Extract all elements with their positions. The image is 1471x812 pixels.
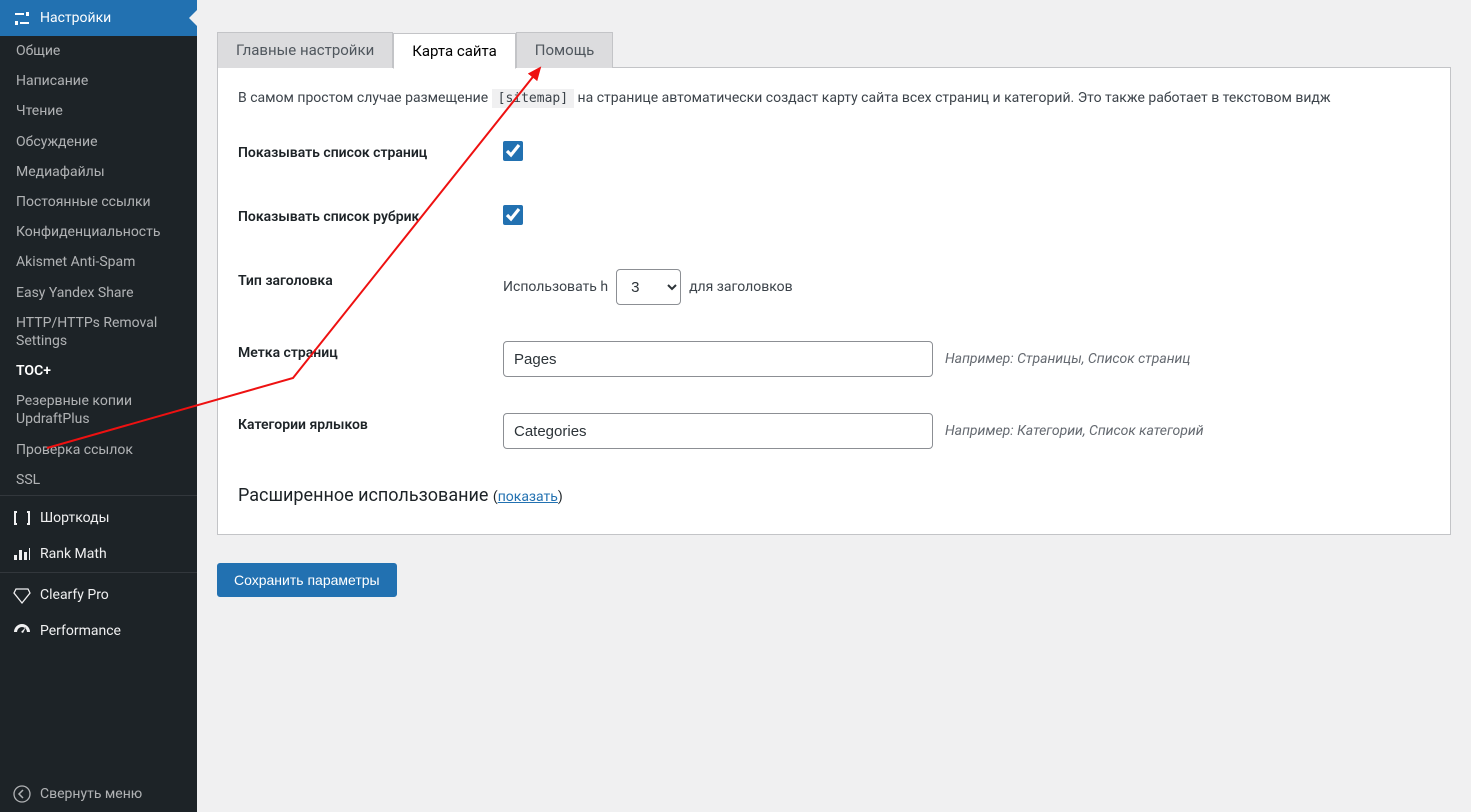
sidebar-item-rankmath[interactable]: Rank Math: [0, 536, 197, 572]
input-pages-label[interactable]: [503, 341, 933, 377]
sidebar-sub-writing[interactable]: Написание: [0, 66, 197, 96]
brackets-icon: [12, 508, 32, 528]
sidebar-sub-akismet[interactable]: Akismet Anti-Spam: [0, 247, 197, 277]
sidebar-sub-easy-yandex[interactable]: Easy Yandex Share: [0, 278, 197, 308]
sidebar-item-label: Настройки: [40, 10, 111, 26]
label-show-cats: Показывать список рубрик: [238, 205, 503, 225]
hint-pages-label: Например: Страницы, Список страниц: [945, 351, 1190, 367]
main-content: Главные настройки Карта сайта Помощь В с…: [197, 0, 1471, 812]
label-cats-label: Категории ярлыков: [238, 413, 503, 433]
admin-sidebar: Настройки Общие Написание Чтение Обсужде…: [0, 0, 197, 812]
sidebar-item-performance[interactable]: Performance: [0, 613, 197, 649]
diamond-icon: [12, 585, 32, 605]
sidebar-sub-ssl[interactable]: SSL: [0, 465, 197, 495]
sidebar-sub-privacy[interactable]: Конфиденциальность: [0, 217, 197, 247]
sidebar-item-clearfy[interactable]: Clearfy Pro: [0, 577, 197, 613]
label-heading-type: Тип заголовка: [238, 269, 503, 289]
heading-after-text: для заголовков: [689, 279, 793, 295]
row-show-cats: Показывать список рубрик: [238, 205, 1430, 225]
sidebar-item-settings[interactable]: Настройки: [0, 0, 197, 36]
save-button[interactable]: Сохранить параметры: [217, 563, 397, 597]
hint-cats-label: Например: Категории, Список категорий: [945, 423, 1204, 439]
row-show-pages: Показывать список страниц: [238, 141, 1430, 161]
advanced-usage-heading: Расширенное использование (показать): [238, 485, 1430, 506]
sliders-icon: [12, 8, 32, 28]
row-cats-label: Категории ярлыков Например: Категории, С…: [238, 413, 1430, 449]
intro-text: В самом простом случае размещение [sitem…: [238, 88, 1430, 109]
sidebar-sub-http-removal[interactable]: HTTP/HTTPs Removal Settings: [0, 308, 197, 356]
settings-tabs: Главные настройки Карта сайта Помощь: [217, 32, 1451, 68]
advanced-show-link[interactable]: показать: [498, 489, 558, 505]
gauge-icon: [12, 621, 32, 641]
label-show-pages: Показывать список страниц: [238, 141, 503, 161]
sidebar-sub-permalinks[interactable]: Постоянные ссылки: [0, 187, 197, 217]
checkbox-show-pages[interactable]: [503, 141, 523, 161]
sidebar-sub-general[interactable]: Общие: [0, 36, 197, 66]
bar-chart-icon: [12, 544, 32, 564]
label-pages-label: Метка страниц: [238, 341, 503, 361]
sidebar-sub-updraft[interactable]: Резервные копии UpdraftPlus: [0, 386, 197, 434]
checkbox-show-cats[interactable]: [503, 205, 523, 225]
row-pages-label: Метка страниц Например: Страницы, Список…: [238, 341, 1430, 377]
sidebar-sub-tocplus[interactable]: TOC+: [0, 356, 197, 386]
tab-help[interactable]: Помощь: [516, 32, 614, 68]
sitemap-panel: В самом простом случае размещение [sitem…: [217, 67, 1451, 535]
tab-main-settings[interactable]: Главные настройки: [217, 32, 393, 68]
select-heading-level[interactable]: 3: [616, 269, 681, 305]
sidebar-sub-reading[interactable]: Чтение: [0, 96, 197, 126]
tab-sitemap[interactable]: Карта сайта: [393, 33, 516, 69]
sidebar-sub-media[interactable]: Медиафайлы: [0, 157, 197, 187]
input-cats-label[interactable]: [503, 413, 933, 449]
row-heading-type: Тип заголовка Использовать h 3 для загол…: [238, 269, 1430, 305]
collapse-icon: [12, 784, 32, 804]
shortcode-code: [sitemap]: [492, 89, 574, 108]
heading-before-text: Использовать h: [503, 279, 608, 295]
sidebar-item-shortcodes[interactable]: Шорткоды: [0, 500, 197, 536]
collapse-menu-button[interactable]: Свернуть меню: [0, 776, 197, 812]
sidebar-sub-linkcheck[interactable]: Проверка ссылок: [0, 435, 197, 465]
sidebar-sub-discussion[interactable]: Обсуждение: [0, 127, 197, 157]
